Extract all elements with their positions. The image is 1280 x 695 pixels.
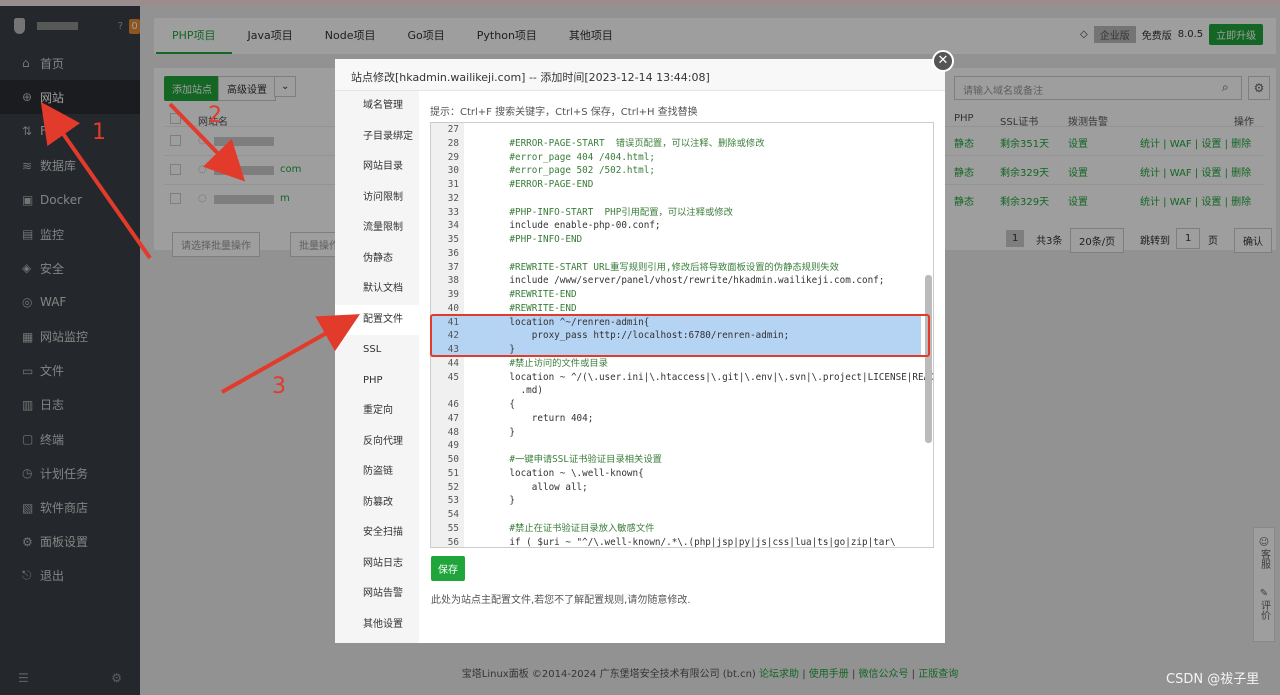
annotation-2: 2 bbox=[208, 103, 222, 128]
annotation-arrows bbox=[40, 101, 360, 394]
annotation-1: 1 bbox=[92, 120, 106, 145]
watermark: CSDN @祓子里 bbox=[1166, 672, 1260, 687]
arrow-2 bbox=[168, 102, 246, 182]
annotation-3: 3 bbox=[272, 374, 286, 399]
